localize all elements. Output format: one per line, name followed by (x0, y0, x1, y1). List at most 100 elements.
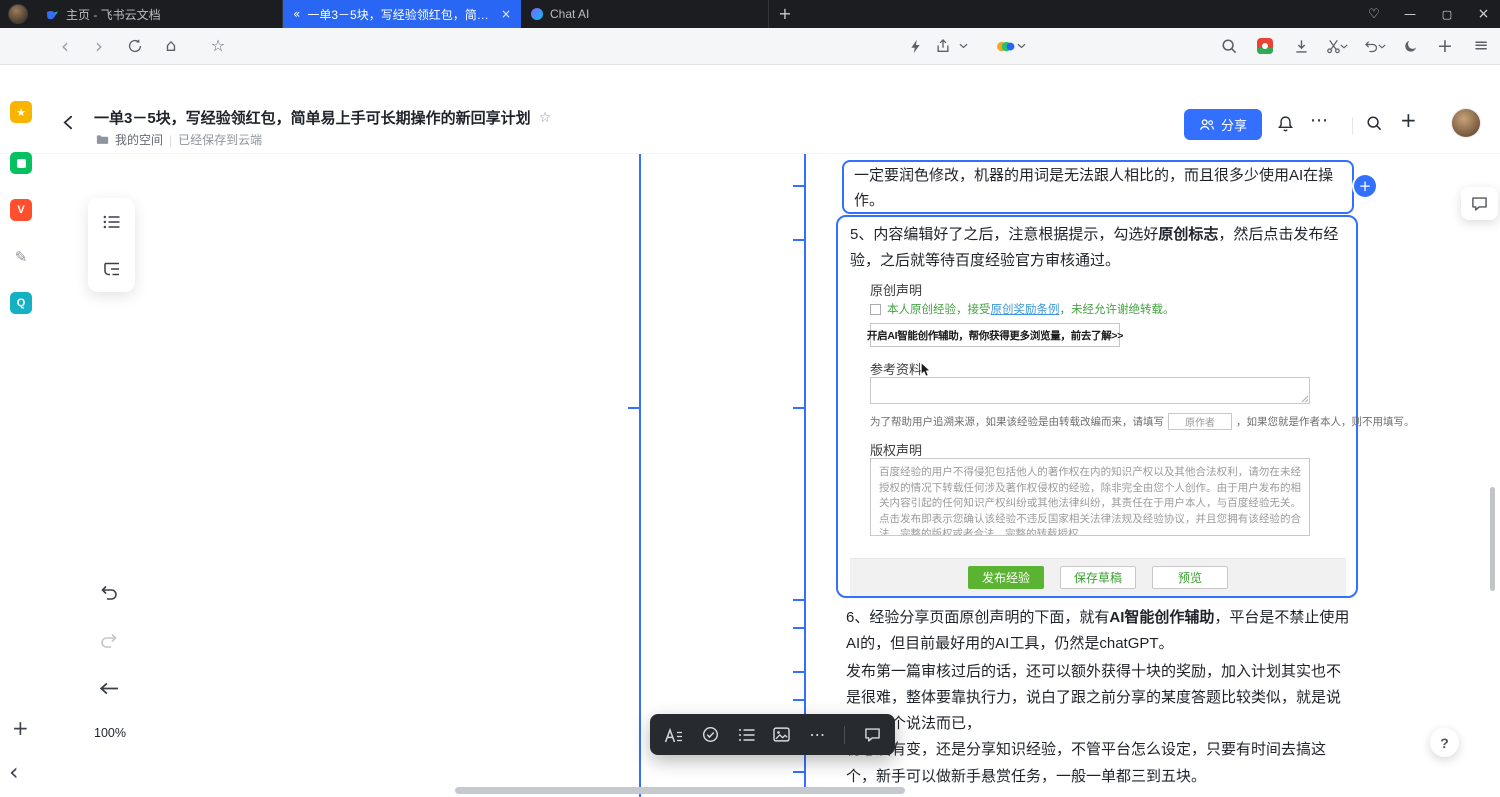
paragraph-core[interactable]: 初心没有变，还是分享知识经验，不管平台怎么设定，只要有时间去搞这个，新手可以做新… (846, 736, 1352, 790)
insert-image-icon[interactable] (773, 727, 790, 742)
favorite-star-icon[interactable]: ☆ (539, 111, 552, 125)
fit-width-button[interactable] (98, 681, 119, 696)
share-button[interactable]: 分享 (1184, 109, 1262, 140)
boost-lightning-button[interactable] (902, 33, 928, 59)
tab-feishu-home[interactable]: 主页 - 飞书云文档 (36, 0, 283, 28)
tab-current-doc[interactable]: « 一单3－5块，写经验领红包，简单易 × (283, 0, 521, 28)
doc-block-step5[interactable]: 5、内容编辑好了之后，注意根据提示，勾选好原创标志，然后点击发布经验，之后就等待… (836, 215, 1358, 598)
screenshot-dropdown-chevron-icon[interactable] (1338, 33, 1350, 59)
browser-profile-avatar[interactable] (8, 4, 28, 24)
new-tab-button[interactable]: + (774, 3, 796, 25)
notifications-bell-button[interactable] (1277, 115, 1294, 133)
horizontal-scrollbar[interactable] (455, 787, 905, 794)
space-folder-icon (96, 134, 109, 145)
block-rail-tick (793, 627, 806, 629)
tab-label: 主页 - 飞书云文档 (66, 6, 272, 23)
breadcrumb: 我的空间 | 已经保存到云端 (96, 131, 262, 148)
ext-notes-pencil-icon[interactable]: ✎ (10, 246, 32, 268)
doc-more-button[interactable]: ⋯ (1310, 112, 1328, 130)
wechat-glyph (17, 159, 26, 168)
format-more-icon[interactable]: ⋯ (809, 727, 825, 743)
window-maximize-button[interactable]: ▢ (1430, 0, 1464, 28)
comment-bubble-icon[interactable] (864, 727, 881, 743)
insert-block-button[interactable]: + (1354, 175, 1376, 197)
comments-side-button[interactable] (1461, 187, 1498, 220)
outline-tree-button[interactable] (88, 245, 135, 292)
history-dropdown-chevron-icon[interactable] (1376, 33, 1388, 59)
block-rail-tick (793, 771, 806, 773)
paragraph-reward[interactable]: 发布第一篇审核过后的话，还可以额外获得十块的奖励，加入计划其实也不是很难，整体要… (846, 659, 1354, 737)
selection-rail-left (639, 154, 641, 797)
extension-logo-icon[interactable] (1252, 33, 1278, 59)
profiles-dropdown-chevron-icon[interactable] (1014, 33, 1028, 59)
header-divider (1352, 117, 1353, 135)
mouse-cursor-icon (920, 362, 931, 377)
tab-label: 一单3－5块，写经验领红包，简单易 (307, 6, 494, 23)
tab-chat-ai[interactable]: Chat AI (521, 0, 769, 28)
tab-close-icon[interactable]: × (501, 8, 511, 20)
step5-text: 5、内容编辑好了之后，注意根据提示，勾选好 (850, 226, 1158, 243)
source-note-tail: ，如果您就是作者本人，则不用填写。 (1236, 414, 1415, 429)
doc-search-button[interactable] (1366, 115, 1382, 131)
step6-bold-text: AI智能创作辅助 (1109, 609, 1214, 626)
breadcrumb-space[interactable]: 我的空间 (115, 131, 163, 148)
send-dropdown-chevron-icon[interactable] (956, 33, 970, 59)
reference-input (870, 377, 1310, 404)
window-minimize-button[interactable]: — (1393, 0, 1427, 28)
block-rail-tick (628, 407, 641, 409)
embedded-screenshot-baidu-publish[interactable]: 原创声明 本人原创经验，接受原创奖励条例，未经允许谢绝转载。 开启AI智能创作辅… (850, 274, 1346, 596)
copyright-text-box: 百度经验的用户不得侵犯包括他人的著作权在内的知识产权以及其他合法权利，请勿在未经… (870, 458, 1310, 536)
publish-footer-bar: 发布经验 保存草稿 预览 (850, 558, 1346, 596)
favorites-heart-icon[interactable]: ♡ (1360, 0, 1388, 28)
format-bar-divider (844, 726, 845, 744)
window-close-button[interactable]: × (1467, 0, 1500, 28)
doc-back-button[interactable] (60, 114, 77, 131)
text-style-icon[interactable] (664, 727, 683, 743)
browser-menu-button[interactable]: ≡ (1468, 33, 1494, 59)
toolbar-add-button[interactable]: + (1432, 33, 1458, 59)
reload-button[interactable] (122, 33, 148, 59)
browser-toolbar: ‹ › ⌂ ☆ + ≡ (0, 28, 1500, 65)
ext-q-app-icon[interactable]: Q (10, 292, 32, 314)
ext-v-app-icon[interactable]: V (10, 199, 32, 221)
help-button[interactable]: ? (1430, 728, 1459, 757)
breadcrumb-divider: | (169, 133, 172, 147)
step6-paragraph[interactable]: 6、经验分享页面原创声明的下面，就有AI智能创作辅助，平台是不禁止使用AI的，但… (846, 605, 1352, 657)
block-rail-tick (793, 185, 806, 187)
send-to-device-button[interactable] (930, 33, 956, 59)
save-status: 已经保存到云端 (178, 131, 262, 148)
bookmark-star-button[interactable]: ☆ (205, 33, 231, 59)
nav-back-button[interactable]: ‹ (52, 33, 78, 59)
list-format-icon[interactable] (738, 728, 755, 742)
doc-title: 一单3－5块，写经验领红包，简单易上手可长期操作的新回享计划 (94, 107, 531, 128)
share-people-icon (1199, 118, 1215, 131)
doc-header: 一单3－5块，写经验领红包，简单易上手可长期操作的新回享计划 ☆ 我的空间 | … (0, 65, 1500, 154)
sidebar-collapse-button[interactable]: ‹ (9, 760, 19, 784)
download-button[interactable] (1288, 33, 1314, 59)
toolbar-search-button[interactable] (1216, 33, 1242, 59)
ext-wechat-icon[interactable] (10, 152, 32, 174)
doc-block-tip[interactable]: 一定要润色修改，机器的用词是无法跟人相比的，而且很多少使用AI在操作。 (842, 160, 1354, 214)
publish-button: 发布经验 (968, 566, 1044, 589)
nav-forward-button[interactable]: › (86, 33, 112, 59)
doc-favicon: « (293, 8, 300, 20)
browser-titlebar: 主页 - 飞书云文档 « 一单3－5块，写经验领红包，简单易 × Chat AI… (0, 0, 1500, 28)
dark-mode-moon-button[interactable] (1398, 33, 1424, 59)
vertical-scrollbar[interactable] (1490, 487, 1495, 591)
original-declaration-label: 原创声明 (870, 280, 922, 299)
doc-create-button[interactable]: + (1400, 110, 1417, 130)
selection-rail-right (804, 154, 806, 788)
check-circle-icon[interactable] (702, 726, 719, 743)
home-button[interactable]: ⌂ (158, 33, 184, 59)
user-avatar[interactable] (1452, 109, 1480, 137)
redo-button[interactable] (99, 631, 119, 649)
step5-paragraph[interactable]: 5、内容编辑好了之后，注意根据提示，勾选好原创标志，然后点击发布经验，之后就等待… (850, 222, 1348, 274)
zoom-level[interactable]: 100% (94, 726, 126, 740)
ext-favorites-icon[interactable]: ★ (10, 101, 32, 123)
toc-button[interactable] (88, 198, 135, 245)
undo-button[interactable] (99, 583, 119, 601)
original-checkbox-text: 本人原创经验，接受原创奖励条例，未经允许谢绝转载。 (887, 301, 1175, 317)
block-rail-tick (793, 599, 806, 601)
sidebar-add-button[interactable]: + (12, 718, 29, 738)
resize-handle-icon (1301, 395, 1309, 403)
